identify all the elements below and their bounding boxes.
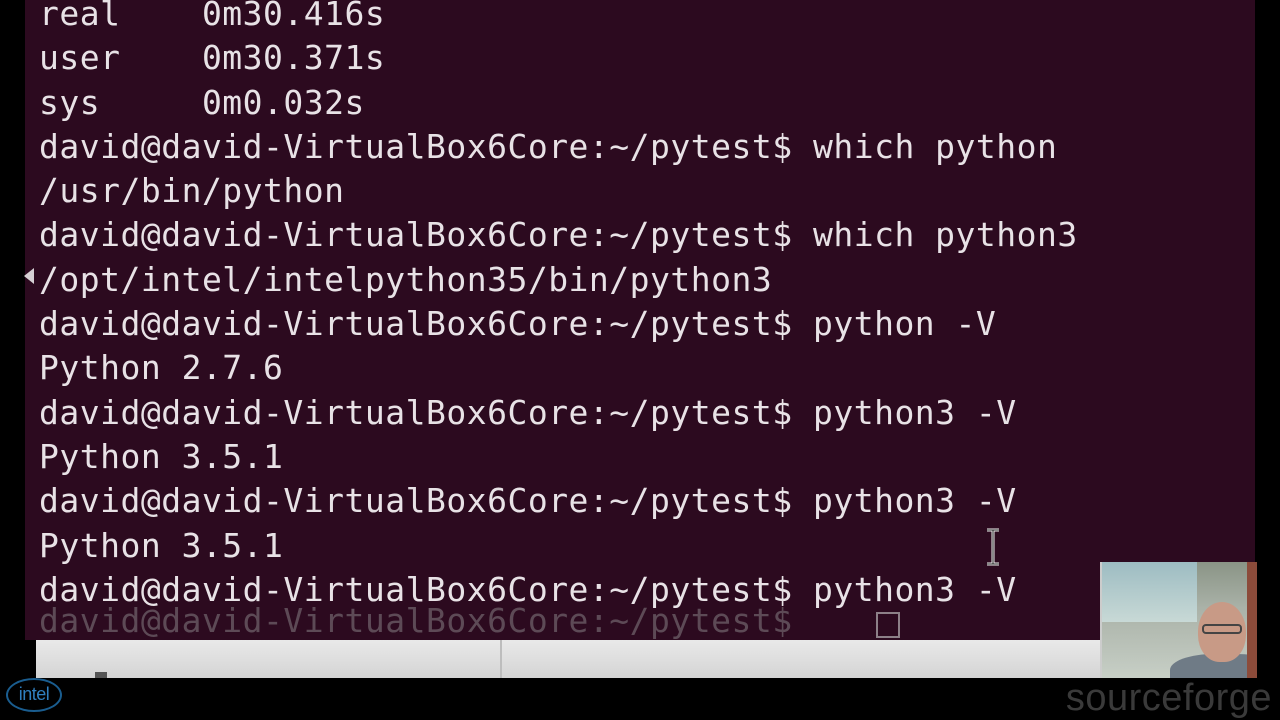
terminal-line: Python 2.7.6 [39, 348, 284, 388]
taskbar [36, 640, 1255, 678]
terminal-line: Python 3.5.1 [39, 436, 284, 476]
ghost-prompt-line: david@david-VirtualBox6Core:~/pytest$ [39, 601, 793, 640]
webcam-overlay [1100, 562, 1257, 678]
video-frame: real 0m30.416s user 0m30.371s sys 0m0.03… [0, 0, 1280, 720]
webcam-frame-edge [1247, 562, 1257, 678]
terminal-line: Python 3.5.1 [39, 525, 284, 565]
terminal-line: david@david-VirtualBox6Core:~/pytest$ wh… [39, 215, 1078, 255]
terminal-line: user 0m30.371s [39, 38, 386, 78]
terminal-line: /usr/bin/python [39, 171, 345, 211]
taskbar-divider [500, 640, 502, 678]
terminal-line: david@david-VirtualBox6Core:~/pytest$ py… [39, 481, 1017, 521]
terminal-line: david@david-VirtualBox6Core:~/pytest$ wh… [39, 126, 1058, 166]
terminal-line: sys 0m0.032s [39, 82, 365, 122]
intel-logo: intel [6, 678, 62, 712]
sourceforge-logo: sourceforge [1065, 677, 1272, 719]
terminal-line: real 0m30.416s [39, 0, 386, 33]
terminal-line: david@david-VirtualBox6Core:~/pytest$ py… [39, 304, 997, 344]
webcam-person-glasses [1202, 624, 1242, 634]
terminal-line: david@david-VirtualBox6Core:~/pytest$ py… [39, 392, 1017, 432]
terminal-output: real 0m30.416s user 0m30.371s sys 0m0.03… [39, 0, 1255, 612]
text-cursor [876, 612, 900, 638]
terminal-window[interactable]: real 0m30.416s user 0m30.371s sys 0m0.03… [25, 0, 1255, 640]
terminal-line: /opt/intel/intelpython35/bin/python3 [39, 259, 773, 299]
webcam-window-background [1102, 562, 1197, 622]
taskbar-item[interactable] [95, 672, 107, 678]
ibeam-cursor-icon [987, 528, 999, 566]
scroll-arrow-icon[interactable] [24, 268, 34, 284]
